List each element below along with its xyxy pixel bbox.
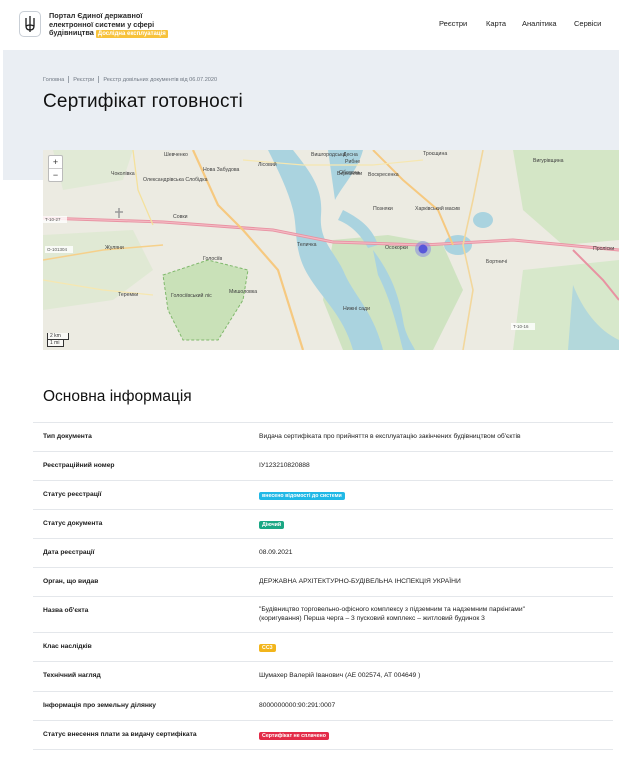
consequence-class-badge: СС3 (259, 644, 276, 652)
map-label: Теремки (118, 292, 138, 298)
registration-status-badge: внесено відомості до системи (259, 492, 345, 500)
breadcrumb: Головна Реєстри Реєстр довільних документі… (43, 76, 217, 83)
table-row: Орган, що видав ДЕРЖАВНА АРХІТЕКТУРНО-БУ… (33, 567, 613, 596)
row-key: Реєстраційний номер (43, 462, 115, 469)
table-row: Інформація про земельну ділянку 80000000… (33, 691, 613, 720)
map-label: Вигурівщина (533, 158, 564, 164)
row-key: Статус реєстрації (43, 491, 102, 498)
map-label: Совки (173, 214, 188, 220)
page-title: Сертифікат готовності (43, 91, 243, 112)
map-label: Березняки (337, 171, 362, 177)
site-header: Портал Єдиної державної електронної сист… (0, 0, 619, 50)
portal-title-line-3: будівництва (49, 28, 94, 38)
nav-registries[interactable]: Реєстри (439, 19, 467, 28)
map-label: Чоколівка (111, 171, 135, 177)
map-label: Позняки (373, 206, 393, 212)
nav-analytics[interactable]: Аналітика (522, 19, 557, 28)
map-label: Голосіїв (203, 256, 222, 262)
map-label: Рибне (345, 159, 360, 165)
row-value: 08.09.2021 (259, 549, 293, 556)
row-value: Шумахер Валерій Іванович (АЕ 002574, АТ … (259, 672, 421, 679)
map-label: Проліски (593, 246, 614, 252)
table-row: Статус внесення плати за видачу сертифік… (33, 720, 613, 750)
table-row: Статус документа Діючий (33, 509, 613, 538)
nav-services[interactable]: Сервіси (574, 19, 601, 28)
portal-title[interactable]: Портал Єдиної державної електронної сист… (49, 11, 174, 39)
scale-mi: 1 mi (47, 340, 64, 347)
map-label: Нижні сади (343, 306, 370, 312)
map-label: Лісовий (258, 161, 277, 168)
row-key: Статус документа (43, 520, 103, 527)
section-title: Основна інформація (43, 388, 192, 405)
road-code: O-101304 (47, 247, 68, 252)
map-label: Осокорки (385, 245, 408, 251)
row-key: Орган, що видав (43, 578, 99, 585)
row-value: Видача сертифіката про прийняття в експл… (259, 433, 521, 440)
map-label: Мишоловка (229, 289, 257, 295)
object-name-line-2: (коригування) Перша черга – 3 пусковий к… (259, 615, 485, 622)
map-label: Олександрівська Слобідка (143, 177, 208, 183)
breadcrumb-current[interactable]: Реєстр довільних документів від 06.07.20… (103, 77, 217, 83)
row-key: Інформація про земельну ділянку (43, 702, 156, 709)
map-scale: 2 km 1 mi (47, 333, 69, 347)
table-row: Статус реєстрації внесено відомості до с… (33, 480, 613, 509)
road-code: T-10-27 (45, 217, 61, 222)
map-label: Воскресенка (368, 172, 399, 178)
map-label: Десна (343, 152, 358, 158)
map-label: Жуляни (105, 245, 124, 251)
map-label: Вишгородська (311, 152, 346, 158)
row-key: Статус внесення плати за видачу сертифік… (43, 731, 197, 738)
map-label: Нова Забудова (203, 167, 240, 173)
nav-map[interactable]: Карта (486, 19, 506, 28)
map-label: Бортничі (486, 259, 507, 265)
breadcrumb-separator (98, 76, 100, 83)
row-value: ДЕРЖАВНА АРХІТЕКТУРНО-БУДІВЕЛЬНА ІНСПЕКЦ… (259, 578, 461, 585)
breadcrumb-home[interactable]: Головна (43, 77, 64, 83)
table-row: Технічний нагляд Шумахер Валерій Іванови… (33, 661, 613, 691)
table-row: Тип документа Видача сертифіката про при… (33, 422, 613, 451)
table-row: Реєстраційний номер ІУ123210820888 (33, 451, 613, 480)
trident-icon (25, 16, 35, 32)
map-tiles: Вишгородська Оболонь Троєщина Вигурівщин… (43, 150, 619, 350)
coat-of-arms-logo[interactable] (19, 11, 41, 37)
table-row: Клас наслідків СС3 (33, 632, 613, 661)
object-name-line-1: "Будівництво торговельно-офісного компле… (259, 606, 526, 613)
road-code: T-10-16 (513, 324, 529, 329)
map-label: Шевченко (164, 152, 188, 158)
document-status-badge: Діючий (259, 521, 285, 529)
row-value: ІУ123210820888 (259, 462, 310, 469)
beta-badge: Дослідна експлуатація (95, 30, 168, 39)
map-label: Голосіївський ліс (171, 292, 212, 299)
breadcrumb-registries[interactable]: Реєстри (73, 77, 94, 83)
map-zoom-control: + − (48, 155, 63, 182)
row-key: Назва об'єкта (43, 607, 89, 614)
info-table: Тип документа Видача сертифіката про при… (33, 422, 613, 750)
table-row: Дата реєстрації 08.09.2021 (33, 538, 613, 567)
map-label: Харківський масив (415, 205, 460, 212)
scale-km: 2 km (47, 333, 69, 340)
zoom-in-button[interactable]: + (49, 156, 62, 169)
row-key: Клас наслідків (43, 643, 92, 650)
table-row: Назва об'єкта "Будівництво торговельно-о… (33, 596, 613, 632)
row-value: 8000000000:90:291:0007 (259, 702, 336, 709)
row-key: Тип документа (43, 433, 92, 440)
zoom-out-button[interactable]: − (49, 169, 62, 182)
payment-status-badge: Сертифікат не сплачено (259, 732, 329, 740)
map-label: Троєщина (423, 151, 447, 157)
location-map[interactable]: Вишгородська Оболонь Троєщина Вигурівщин… (43, 150, 619, 350)
row-key: Технічний нагляд (43, 672, 101, 679)
row-key: Дата реєстрації (43, 549, 95, 556)
breadcrumb-separator (68, 76, 70, 83)
map-label: Теличка (297, 242, 317, 248)
